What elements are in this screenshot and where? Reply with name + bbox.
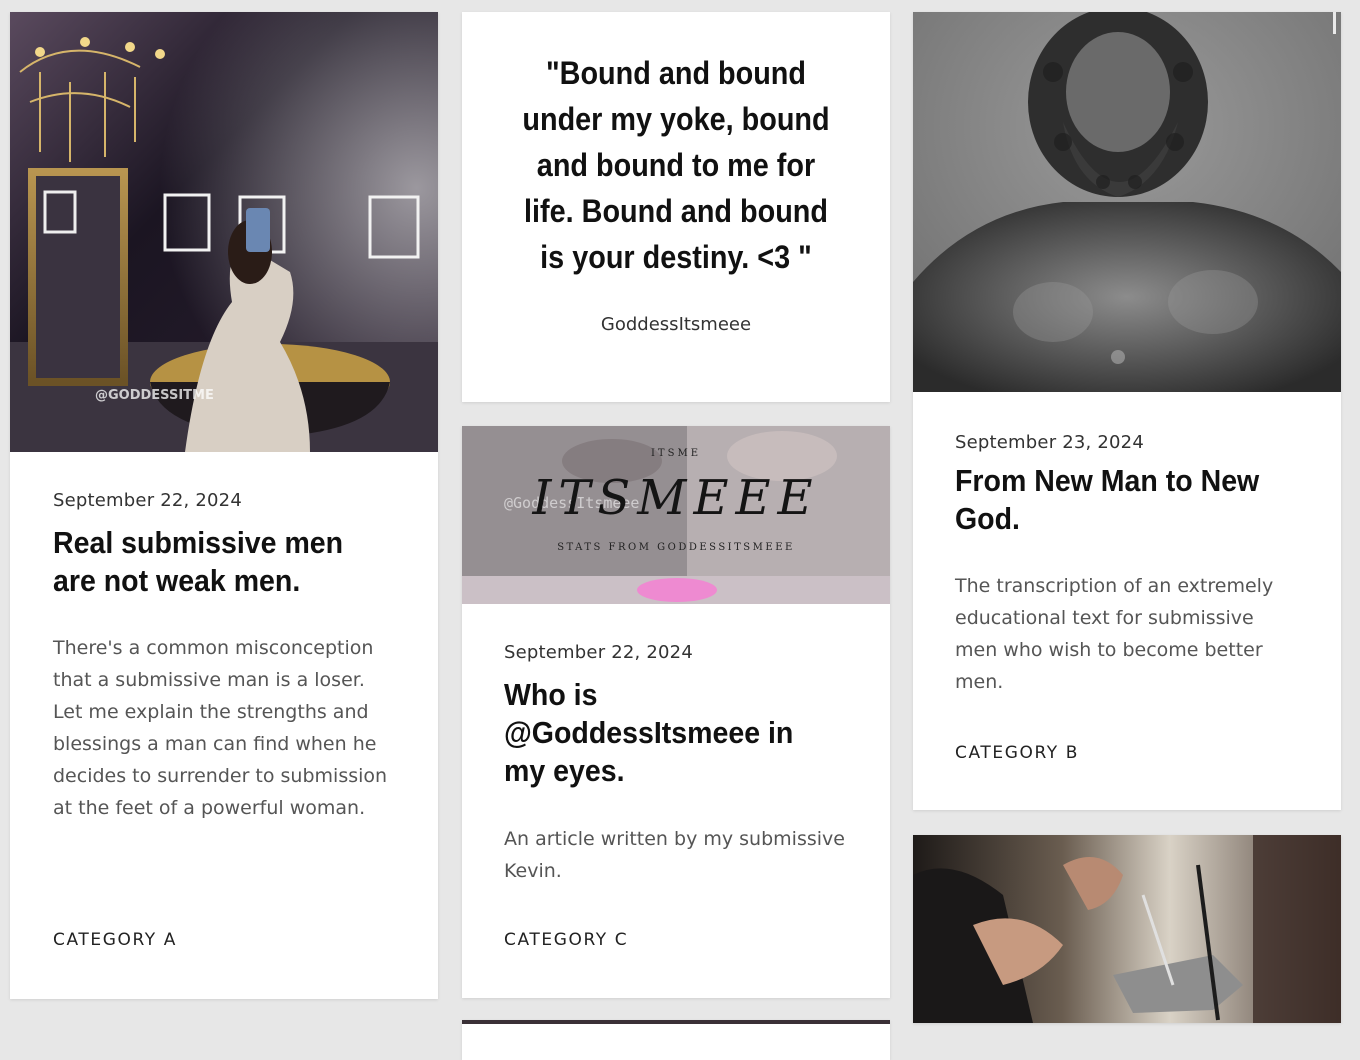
post-image-woman-selfie[interactable]: @GODDESSITME	[10, 12, 438, 452]
post-date: September 23, 2024	[955, 432, 1144, 453]
category-link[interactable]: CATEGORY C	[504, 930, 628, 950]
post-image-heels[interactable]	[913, 835, 1341, 1023]
post-excerpt: An article written by my submissive Kevi…	[504, 828, 845, 882]
heels-kneeling-man-image	[913, 835, 1341, 1023]
post-card-heels[interactable]	[913, 835, 1341, 1023]
post-date: September 22, 2024	[53, 490, 242, 511]
quote-text: "Bound and bound under my yoke, bound an…	[522, 55, 830, 275]
banner-top-text: ITSME	[650, 448, 701, 459]
post-excerpt: The transcription of an extremely educat…	[955, 575, 1274, 693]
post-title[interactable]: Who is @GoddessItsmeee in my eyes.	[504, 676, 835, 790]
post-title[interactable]: From New Man to New God.	[955, 462, 1297, 538]
post-card-real-submissive[interactable]: @GODDESSITME September 22, 2024 Real sub…	[10, 12, 438, 999]
post-image-itsmeee-banner[interactable]: ITSME @GoddessItsmeee ITSMEEE STATS FROM…	[462, 426, 890, 604]
post-image-statue[interactable]	[913, 12, 1341, 392]
post-card-peek[interactable]	[462, 1020, 890, 1060]
bronze-statue-image	[913, 12, 1341, 392]
category-link[interactable]: CATEGORY B	[955, 743, 1079, 763]
woman-selfie-image: @GODDESSITME	[10, 12, 438, 452]
post-excerpt: There's a common misconception that a su…	[53, 637, 388, 819]
post-card-who-is[interactable]: ITSME @GoddessItsmeee ITSMEEE STATS FROM…	[462, 426, 890, 998]
scrollbar-thumb[interactable]	[1333, 12, 1336, 34]
post-date: September 22, 2024	[504, 642, 693, 663]
quote-card: "Bound and bound under my yoke, bound an…	[462, 12, 890, 402]
post-card-new-god[interactable]: September 23, 2024 From New Man to New G…	[913, 12, 1341, 810]
quote-author: GoddessItsmeee	[600, 314, 752, 335]
image-watermark: @GODDESSITME	[95, 388, 214, 403]
post-image-peek	[462, 1020, 890, 1024]
category-link[interactable]: CATEGORY A	[53, 930, 177, 950]
banner-main-title: ITSMEEE	[532, 470, 820, 526]
banner-subtitle: STATS FROM GODDESSITSMEEE	[557, 542, 795, 553]
post-title[interactable]: Real submissive men are not weak men.	[53, 524, 384, 600]
